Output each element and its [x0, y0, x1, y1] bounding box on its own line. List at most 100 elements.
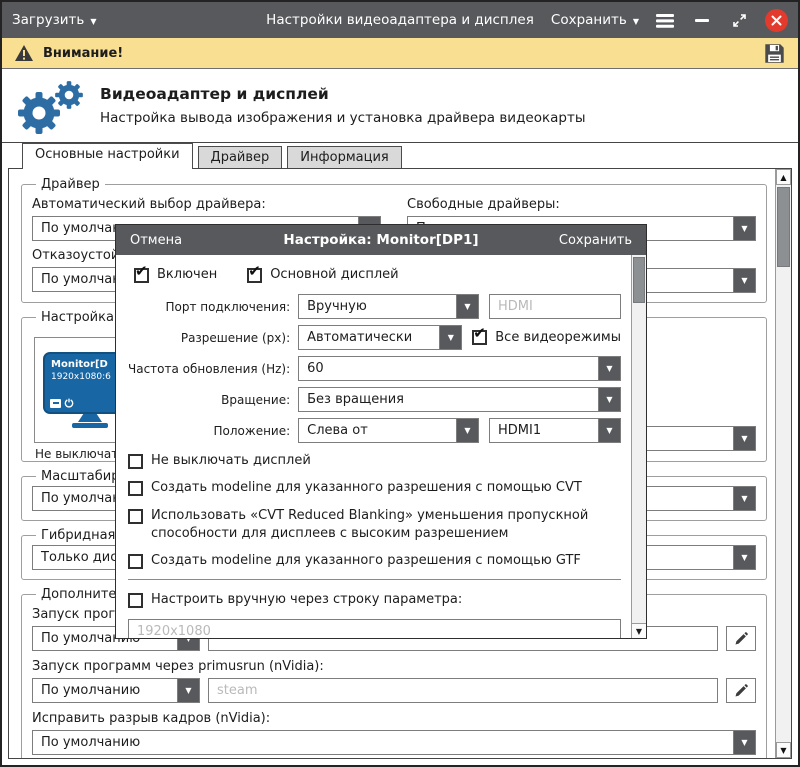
resize-icon [732, 13, 747, 28]
port-name-input[interactable] [489, 294, 621, 319]
scroll-down-button[interactable]: ▼ [776, 742, 791, 758]
primusrun-label: Запуск программ через primusrun (nVidia)… [32, 659, 756, 674]
modal-header: Отмена Настройка: Monitor[DP1] Сохранить [116, 225, 646, 255]
page-header-text: Видеоадаптер и дисплей Настройка вывода … [100, 85, 586, 126]
resize-button[interactable] [728, 9, 750, 31]
tab-driver[interactable]: Драйвер [198, 146, 283, 168]
refresh-rate-value: 60 [299, 357, 598, 380]
minimize-button[interactable] [691, 9, 713, 31]
primary-display-label: Основной дисплей [270, 266, 398, 284]
resolution-controls: Автоматически ▼ ✔ Все видеорежимы [298, 325, 621, 350]
dropdown-arrow-icon: ▼ [456, 295, 478, 318]
tab-info[interactable]: Информация [287, 146, 401, 168]
manual-mode-checkbox[interactable]: Настроить вручную через строку параметра… [128, 591, 462, 609]
resolution-select[interactable]: Автоматически ▼ [298, 325, 462, 350]
port-label: Порт подключения: [128, 300, 290, 314]
main-scrollbar-thumb[interactable] [777, 187, 790, 267]
dropdown-arrow-icon: ▼ [598, 357, 620, 380]
modal-cancel-button[interactable]: Отмена [130, 233, 182, 248]
separator [128, 579, 621, 580]
position-controls: Слева от ▼ HDMI1 ▼ [298, 418, 621, 443]
driver-group-legend: Драйвер [36, 177, 105, 192]
resolution-label: Разрешение (px): [128, 331, 290, 345]
titlebar-actions: Сохранить ▼ [551, 9, 788, 32]
check-icon: ✔ [135, 264, 148, 279]
dropdown-arrow-icon: ▼ [598, 388, 620, 411]
monitor-base [72, 423, 108, 428]
dpms-label: Не выключать дисплей [151, 452, 311, 470]
position-target-select[interactable]: HDMI1 ▼ [489, 418, 621, 443]
page-header: Видеоадаптер и дисплей Настройка вывода … [2, 69, 798, 143]
dropdown-arrow-icon: ▼ [733, 487, 755, 510]
cvt-modeline-checkbox[interactable]: Создать modeline для указанного разрешен… [128, 479, 582, 497]
monitor-settings-dialog: Отмена Настройка: Monitor[DP1] Сохранить… [115, 224, 647, 639]
check-icon: ✔ [473, 326, 486, 341]
monitor-stand [78, 414, 102, 422]
close-icon [771, 15, 782, 26]
checkbox-item: Не выключать дисплей [128, 452, 621, 470]
rotation-value: Без вращения [299, 388, 598, 411]
position-select[interactable]: Слева от ▼ [298, 418, 479, 443]
cvt-reduced-blanking-checkbox[interactable]: Использовать «CVT Reduced Blanking» умен… [128, 507, 609, 543]
rotation-select[interactable]: Без вращения ▼ [298, 387, 621, 412]
dpms-checkbox[interactable]: Не выключать дисплей [128, 452, 311, 470]
hamburger-icon [656, 13, 674, 27]
cvt-modeline-label: Создать modeline для указанного разрешен… [151, 479, 582, 497]
primusrun-edit-button[interactable] [726, 678, 756, 703]
primusrun-select[interactable]: По умолчанию ▼ [32, 678, 200, 703]
primusrun-value: По умолчанию [33, 679, 177, 702]
tearfree-label: Исправить разрыв кадров (nVidia): [32, 711, 756, 726]
dropdown-arrow-icon: ▼ [733, 269, 755, 292]
dropdown-arrow-icon: ▼ [733, 427, 755, 450]
scroll-up-button[interactable]: ▲ [776, 169, 791, 185]
tearfree-select[interactable]: По умолчанию ▼ [32, 730, 756, 755]
gtf-modeline-checkbox[interactable]: Создать modeline для указанного разрешен… [128, 552, 581, 570]
chevron-down-icon: ▼ [90, 17, 96, 26]
save-file-button[interactable] [763, 42, 786, 65]
save-menu-label: Сохранить [551, 12, 627, 28]
minimize-icon [695, 19, 709, 22]
modal-toggle-row: ✔ Включен ✔ Основной дисплей [134, 266, 621, 284]
checkbox-item: Создать modeline для указанного разрешен… [128, 552, 621, 570]
page-title: Видеоадаптер и дисплей [100, 85, 586, 103]
primusrun-command-input[interactable] [208, 678, 718, 703]
close-button[interactable] [765, 9, 788, 32]
primary-display-checkbox[interactable]: ✔ Основной дисплей [247, 266, 398, 284]
primusrun-row: По умолчанию ▼ [32, 678, 756, 703]
rotation-controls: Без вращения ▼ [298, 387, 621, 412]
page-subtitle: Настройка вывода изображения и установка… [100, 110, 586, 126]
tab-main-settings[interactable]: Основные настройки [22, 143, 193, 169]
position-value: Слева от [299, 419, 456, 442]
manual-mode-input[interactable] [128, 619, 621, 638]
load-menu-button[interactable]: Загрузить ▼ [12, 12, 97, 28]
auto-driver-label: Автоматический выбор драйвера: [32, 197, 381, 212]
modal-save-button[interactable]: Сохранить [559, 233, 632, 248]
port-select[interactable]: Вручную ▼ [298, 294, 479, 319]
dropdown-arrow-icon: ▼ [439, 326, 461, 349]
position-label: Положение: [128, 424, 290, 438]
chevron-down-icon: ▼ [633, 17, 639, 26]
cvt-reduced-blanking-label: Использовать «CVT Reduced Blanking» умен… [151, 507, 609, 543]
warning-icon [14, 44, 34, 62]
checkbox-box-icon: ✔ [134, 268, 149, 283]
all-modes-checkbox[interactable]: ✔ Все видеорежимы [472, 329, 621, 347]
tearfree-value: По умолчанию [33, 731, 733, 754]
enabled-checkbox[interactable]: ✔ Включен [134, 266, 217, 284]
all-modes-label: Все видеорежимы [495, 329, 621, 347]
modal-checkbox-list: Не выключать дисплей Создать modeline дл… [128, 452, 621, 570]
modal-scrollbar[interactable]: ▼ [631, 255, 646, 638]
titlebar: Загрузить ▼ Настройки видеоадаптера и ди… [2, 2, 798, 38]
port-controls: Вручную ▼ [298, 294, 621, 319]
main-scrollbar[interactable]: ▲ ▼ [775, 169, 791, 758]
refresh-rate-controls: 60 ▼ [298, 356, 621, 381]
refresh-rate-select[interactable]: 60 ▼ [298, 356, 621, 381]
run-edit-button[interactable] [726, 626, 756, 651]
modal-scrollbar-thumb[interactable] [633, 257, 645, 303]
port-value: Вручную [299, 295, 456, 318]
save-menu-button[interactable]: Сохранить ▼ [551, 12, 639, 28]
modal-scroll-down-button[interactable]: ▼ [632, 623, 646, 638]
position-target-value: HDMI1 [490, 419, 598, 442]
hamburger-menu-button[interactable] [654, 9, 676, 31]
checkbox-box-icon: ✔ [247, 268, 262, 283]
checkbox-box-icon: ✔ [472, 330, 487, 345]
